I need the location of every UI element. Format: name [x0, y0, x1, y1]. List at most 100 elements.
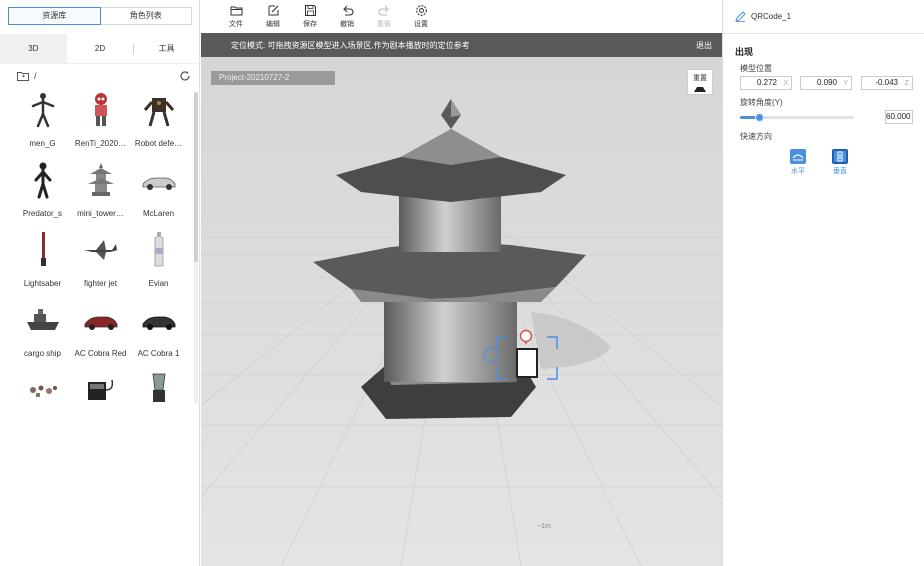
main-toolbar: 文件 编辑 保存 撤销 重做 设置 — [201, 0, 722, 33]
edit-label: 编辑 — [266, 21, 280, 28]
save-button[interactable]: 保存 — [295, 4, 325, 29]
object-name[interactable]: QRCode_1 — [751, 12, 791, 21]
exit-mode-button[interactable]: 退出 — [696, 40, 712, 51]
asset-label: Lightsaber — [23, 279, 62, 288]
edit-icon — [268, 5, 278, 16]
asset-item[interactable] — [72, 370, 129, 440]
z-axis-label: Z — [904, 80, 909, 87]
asset-item[interactable]: AC Cobra 1 — [130, 300, 187, 370]
edit-button[interactable]: 编辑 — [258, 4, 288, 29]
settings-button[interactable]: 设置 — [406, 4, 436, 29]
asset-item[interactable] — [130, 370, 187, 440]
rotation-slider[interactable] — [740, 113, 854, 122]
pen-icon[interactable] — [735, 11, 746, 22]
undo-icon — [342, 5, 353, 16]
props-set-thumbnail — [30, 385, 57, 397]
robot-character-thumbnail — [95, 93, 107, 126]
asset-item[interactable]: men_G — [14, 90, 71, 160]
vertical-label: 垂直 — [833, 168, 847, 175]
tab-resource-library[interactable]: 资源库 — [8, 7, 101, 25]
asset-label: cargo ship — [24, 349, 61, 358]
y-axis-label: Y — [843, 80, 848, 87]
asset-item[interactable]: cargo ship — [14, 300, 71, 370]
divider — [723, 33, 924, 34]
horizontal-icon — [790, 149, 806, 164]
asset-item[interactable]: mini_tower… — [72, 160, 129, 230]
x-value: 0.272 — [756, 78, 777, 87]
asset-label: men_G — [29, 139, 56, 148]
asset-item[interactable] — [14, 370, 71, 440]
asset-label: fighter jet — [84, 279, 117, 288]
asset-item[interactable]: fighter jet — [72, 230, 129, 300]
section-title: 出现 — [735, 47, 754, 57]
resource-panel: 资源库 角色列表 3D 2D 工具 / men_G RenTi_2020… Ro… — [0, 0, 200, 566]
folder-icon — [230, 6, 242, 16]
sports-car-thumbnail — [142, 177, 176, 190]
current-path: / — [34, 71, 37, 81]
file-label: 文件 — [229, 21, 243, 28]
asset-item[interactable]: McLaren — [130, 160, 187, 230]
rotation-label: 旋转角度(Y) — [740, 98, 783, 107]
undo-button[interactable]: 撤销 — [332, 4, 362, 29]
asset-label: Evian — [148, 279, 169, 288]
horizontal-direction-button[interactable]: 水平 — [788, 149, 808, 176]
position-y-input[interactable]: 0.090 Y — [800, 76, 852, 90]
asset-label: Robot defe… — [134, 139, 183, 148]
positioning-mode-bar: 定位模式: 可拖拽资源区模型进入场景区,作为剧本播放时的定位参考 退出 — [201, 33, 722, 57]
file-button[interactable]: 文件 — [221, 4, 251, 29]
properties-panel: QRCode_1 出现 模型位置 0.272 X 0.090 Y -0.043 … — [722, 0, 924, 566]
water-bottle-thumbnail — [154, 232, 164, 267]
cargo-ship-thumbnail — [27, 309, 59, 330]
asset-label: AC Cobra Red — [74, 349, 127, 358]
reset-view-button[interactable]: 重置 — [687, 69, 713, 95]
position-z-input[interactable]: -0.043 Z — [861, 76, 913, 90]
predator-figure-thumbnail — [34, 162, 52, 199]
asset-grid: men_G RenTi_2020… Robot defe… Predator_s… — [14, 90, 188, 440]
tab-3d[interactable]: 3D — [0, 34, 67, 63]
direction-label: 快速方向 — [740, 132, 772, 141]
asset-item[interactable]: Robot defe… — [130, 90, 187, 160]
asset-item[interactable]: Lightsaber — [14, 230, 71, 300]
horizontal-label: 水平 — [791, 168, 805, 175]
asset-label: mini_tower… — [77, 209, 124, 218]
save-icon — [304, 5, 316, 16]
asset-item[interactable]: Predator_s — [14, 160, 71, 230]
asset-item[interactable]: AC Cobra Red — [72, 300, 129, 370]
z-value: -0.043 — [875, 78, 898, 87]
asset-item[interactable]: RenTi_2020… — [72, 90, 129, 160]
tab-tools[interactable]: 工具 — [133, 34, 200, 63]
redo-button[interactable]: 重做 — [369, 4, 399, 29]
scrollbar-thumb[interactable] — [194, 92, 198, 262]
folder-icon[interactable] — [17, 71, 29, 81]
y-value: 0.090 — [816, 78, 837, 87]
blender-thumbnail — [152, 373, 166, 402]
pagoda-tower-thumbnail — [88, 163, 114, 196]
slider-handle[interactable] — [755, 113, 764, 122]
reset-label: 重置 — [693, 75, 707, 82]
asset-label: Predator_s — [22, 209, 63, 218]
mode-hint: 定位模式: 可拖拽资源区模型进入场景区,作为剧本播放时的定位参考 — [231, 41, 470, 50]
path-bar: / — [0, 68, 200, 86]
position-x-input[interactable]: 0.272 X — [740, 76, 792, 90]
scene-viewport[interactable]: Project-20210727-2 重置 ~1m — [201, 57, 722, 566]
vertical-direction-button[interactable]: 垂直 — [830, 149, 850, 176]
lightsaber-thumbnail — [41, 232, 46, 266]
tab-2d[interactable]: 2D — [67, 34, 134, 63]
refresh-icon[interactable] — [179, 70, 191, 82]
asset-item[interactable]: Evian — [130, 230, 187, 300]
redo-label: 重做 — [377, 21, 391, 28]
dark-car-thumbnail — [142, 316, 176, 330]
asset-label: RenTi_2020… — [74, 139, 127, 148]
gear-icon — [415, 5, 427, 16]
tab-character-list[interactable]: 角色列表 — [100, 7, 192, 25]
red-car-thumbnail — [84, 316, 118, 330]
human-figure-thumbnail — [31, 93, 55, 128]
reset-icon — [694, 87, 706, 92]
scene-canvas[interactable] — [201, 57, 722, 566]
machine-thumbnail — [88, 379, 114, 400]
panel-switch: 资源库 角色列表 — [8, 7, 192, 25]
redo-icon — [378, 5, 389, 16]
position-label: 模型位置 — [740, 64, 772, 73]
category-tabs: 3D 2D 工具 — [0, 34, 200, 64]
rotation-input[interactable]: 60.000 — [885, 110, 913, 124]
